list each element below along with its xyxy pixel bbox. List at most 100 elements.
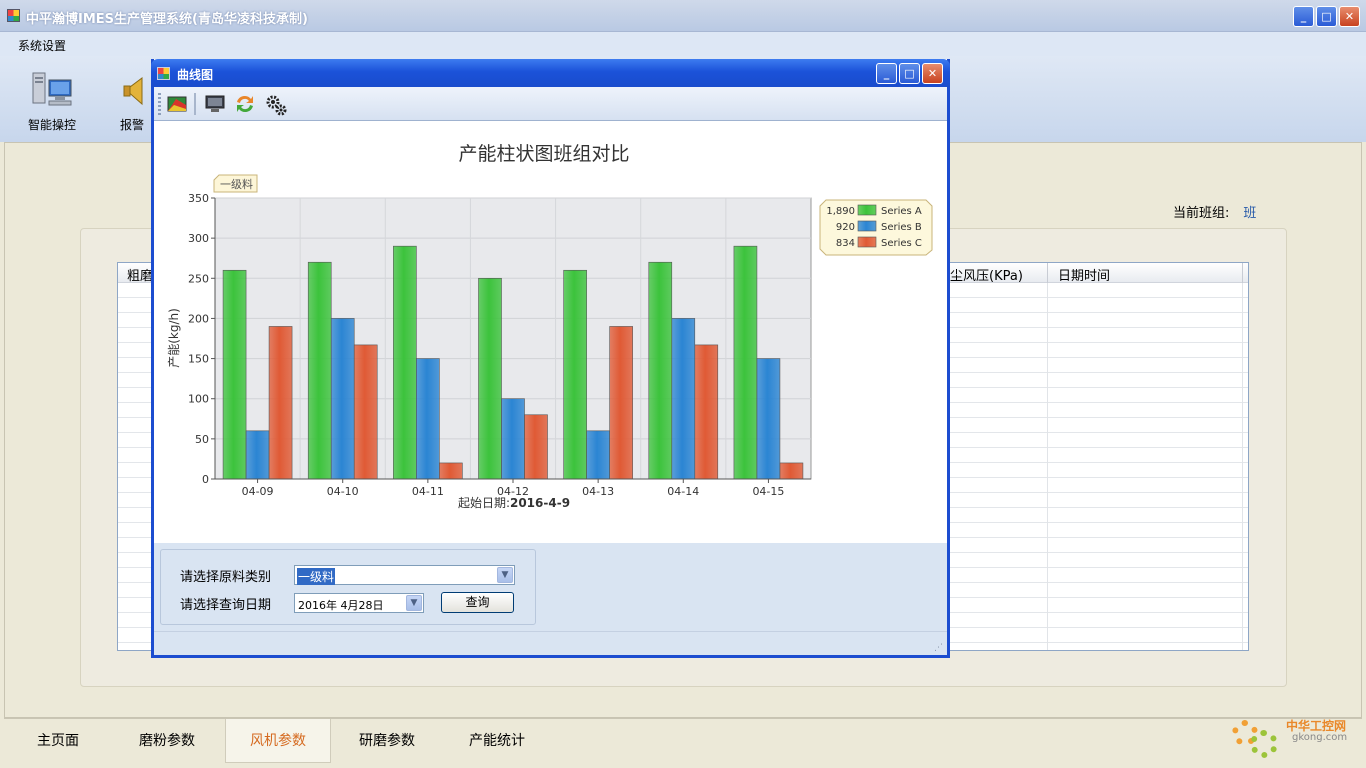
bar xyxy=(330,318,355,480)
date-picker-value: 2016年 4月28日 xyxy=(298,599,384,612)
bar xyxy=(307,261,332,480)
main-title-bar: 中平瀚博IMES生产管理系统(青岛华凌科技承制) _ □ ✕ xyxy=(0,0,1366,32)
tab-capacity-stats[interactable]: 产能统计 xyxy=(469,719,525,763)
bar xyxy=(222,269,247,480)
y-tick-label: 50 xyxy=(195,433,209,446)
chart-palette-icon[interactable] xyxy=(166,93,188,115)
bar xyxy=(609,326,633,480)
legend-swatch xyxy=(857,204,877,216)
chart-area: 产能柱状图班组对比 一级料 0 50 100 150 200 250 300 350 04-09… xyxy=(154,122,947,543)
x-tick-label: 04-11 xyxy=(412,485,444,498)
bar xyxy=(733,245,758,480)
chart-title: 产能柱状图班组对比 xyxy=(458,143,629,165)
dialog-maximize-button[interactable]: □ xyxy=(899,63,920,84)
menu-bar: 系统设置 xyxy=(0,32,1366,56)
toolbar-separator xyxy=(194,93,196,115)
material-label: 请选择原料类别 xyxy=(180,570,272,585)
computer-network-icon xyxy=(27,70,77,112)
x-axis-label: 起始日期:2016-4-9 xyxy=(458,496,570,510)
tab-milling-params[interactable]: 研磨参数 xyxy=(359,719,415,763)
toolbar-grip[interactable] xyxy=(158,93,161,115)
tool-smart-control[interactable]: 智能操控 xyxy=(22,70,82,133)
dialog-toolbar xyxy=(154,87,947,121)
bar xyxy=(756,358,781,480)
y-tick-label: 100 xyxy=(188,393,209,406)
column-divider xyxy=(1047,283,1048,650)
legend-total: 1,890 xyxy=(826,206,855,217)
chevron-down-icon[interactable]: ▼ xyxy=(497,567,513,583)
calendar-dropdown-icon[interactable]: ▼ xyxy=(406,595,422,611)
app-icon xyxy=(7,9,20,22)
grid-header-datetime[interactable]: 日期时间 xyxy=(1058,265,1110,284)
legend-swatch xyxy=(857,236,877,248)
bar xyxy=(524,414,548,480)
dialog-minimize-button[interactable]: _ xyxy=(876,63,897,84)
legend-series-name: Series C xyxy=(881,238,922,249)
bar xyxy=(779,462,804,480)
y-axis-label: 产能(kg/h) xyxy=(167,308,181,368)
close-button[interactable]: ✕ xyxy=(1339,6,1360,27)
dialog-status-bar: ⋰ xyxy=(154,631,947,655)
bar xyxy=(245,430,270,480)
bar xyxy=(501,398,525,480)
tool-alarm[interactable]: 报警 xyxy=(112,70,152,133)
x-axis-label-prefix: 起始日期: xyxy=(458,496,510,510)
chart-dialog: 曲线图 _ □ ✕ 产能柱状图班组对比 一级料 0 50 100 150 200… xyxy=(151,59,950,658)
resize-grip-icon[interactable]: ⋰ xyxy=(934,643,943,653)
column-divider xyxy=(1242,283,1243,650)
chart-tag: 一级料 xyxy=(213,174,258,193)
query-panel: 请选择原料类别 一级料 ▼ 请选择查询日期 2016年 4月28日 ▼ 查询 xyxy=(154,543,947,631)
x-tick-label: 04-09 xyxy=(242,485,274,498)
legend-swatch xyxy=(857,220,877,232)
bar xyxy=(671,318,696,480)
bar xyxy=(353,344,378,480)
header-divider xyxy=(1242,263,1243,283)
y-tick-label: 350 xyxy=(188,192,209,205)
y-tick-label: 0 xyxy=(202,473,209,486)
material-select-value: 一级料 xyxy=(297,568,336,585)
material-select[interactable]: 一级料 ▼ xyxy=(294,565,515,585)
query-button[interactable]: 查询 xyxy=(441,592,514,613)
tab-grinding-params[interactable]: 磨粉参数 xyxy=(139,719,195,763)
x-tick-label: 04-14 xyxy=(667,485,699,498)
menu-system-settings[interactable]: 系统设置 xyxy=(18,37,66,54)
bar xyxy=(268,326,293,480)
bar xyxy=(563,269,587,480)
y-tick-label: 250 xyxy=(188,272,209,285)
dialog-title-bar[interactable]: 曲线图 _ □ ✕ xyxy=(151,59,950,87)
grid-header-coarse[interactable]: 粗磨 xyxy=(127,265,153,284)
minimize-button[interactable]: _ xyxy=(1293,6,1314,27)
x-tick-label: 04-13 xyxy=(582,485,614,498)
tool-label: 智能操控 xyxy=(27,118,76,132)
tab-home[interactable]: 主页面 xyxy=(37,719,79,763)
date-picker[interactable]: 2016年 4月28日 ▼ xyxy=(294,593,424,613)
legend-total: 920 xyxy=(836,222,855,233)
y-tick-label: 200 xyxy=(188,312,209,325)
chart-tag-text: 一级料 xyxy=(220,177,253,191)
x-tick-label: 04-15 xyxy=(752,485,784,498)
maximize-button[interactable]: □ xyxy=(1316,6,1337,27)
x-axis-label-value: 2016-4-9 xyxy=(510,496,570,510)
date-label: 请选择查询日期 xyxy=(180,598,272,613)
current-team-label: 当前班组: xyxy=(1173,206,1230,221)
watermark-logo: 中华工控网 gkong.com xyxy=(1230,712,1360,762)
monitor-icon[interactable] xyxy=(204,93,226,115)
legend-series-name: Series A xyxy=(881,206,922,217)
tab-fan-params[interactable]: 风机参数 xyxy=(225,719,331,763)
y-tick-label: 150 xyxy=(188,353,209,366)
refresh-arrows-icon[interactable] xyxy=(234,93,256,115)
tool-label: 报警 xyxy=(119,118,144,132)
alarm-horn-icon xyxy=(112,70,152,112)
bar xyxy=(393,245,417,480)
y-tick-label: 300 xyxy=(188,232,209,245)
settings-gears-icon[interactable] xyxy=(264,93,287,116)
grid-header-pressure[interactable]: 尘风压(KPa) xyxy=(950,265,1023,284)
bar xyxy=(586,430,610,480)
bottom-tab-bar: 主页面 磨粉参数 风机参数 研磨参数 产能统计 xyxy=(4,718,1362,764)
dialog-close-button[interactable]: ✕ xyxy=(922,63,943,84)
legend-series-name: Series B xyxy=(881,222,922,233)
x-tick-label: 04-10 xyxy=(327,485,359,498)
bar xyxy=(694,344,719,480)
bar xyxy=(648,261,673,480)
chart-legend: 1,890 Series A 920 Series B 834 Series C xyxy=(819,199,933,256)
